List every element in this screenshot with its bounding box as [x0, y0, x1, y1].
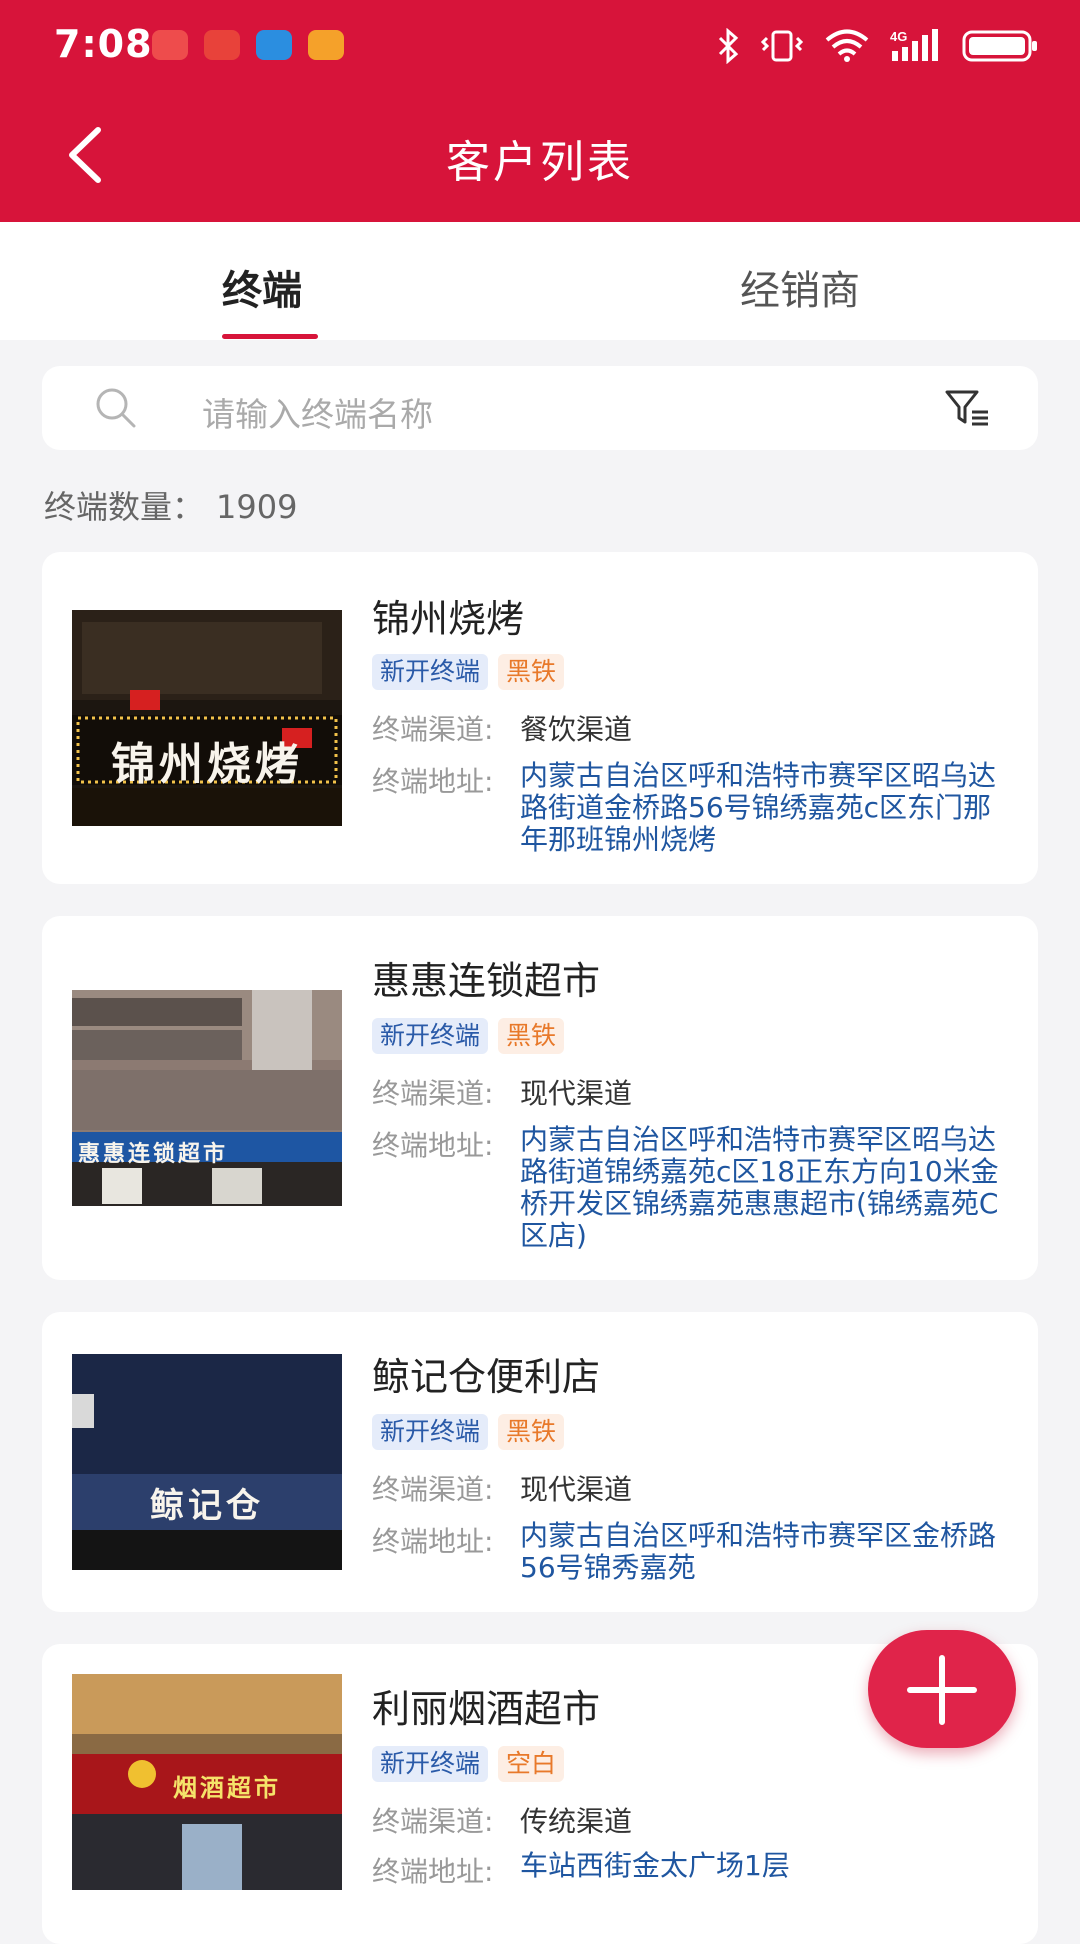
store-sign-text: 烟酒超市 — [173, 1774, 281, 1802]
search-icon — [96, 388, 136, 428]
app-header: 客户列表 — [0, 92, 1080, 222]
address-label: 终端地址: — [372, 1855, 494, 1888]
search-placeholder: 请输入终端名称 — [202, 395, 433, 434]
book-app-icon — [204, 30, 240, 60]
browser-app-icon — [256, 30, 292, 60]
customer-card[interactable]: 鲸记仓 鲸记仓便利店 新开终端 黑铁 终端渠道: 现代渠道 终端地址: 内蒙古自… — [42, 1312, 1038, 1612]
system-icons: 4G — [716, 26, 1040, 66]
channel-value: 现代渠道 — [520, 1473, 633, 1506]
customer-name: 锦州烧烤 — [372, 597, 525, 641]
tag-group: 新开终端 黑铁 — [372, 1414, 565, 1450]
bluetooth-icon — [718, 28, 739, 64]
filter-icon[interactable] — [944, 388, 992, 428]
channel-value: 传统渠道 — [520, 1805, 633, 1838]
channel-label: 终端渠道: — [372, 1805, 494, 1838]
tag-new-terminal: 新开终端 — [372, 1414, 489, 1450]
plus-icon — [907, 1655, 977, 1725]
address-value[interactable]: 内蒙古自治区呼和浩特市赛罕区金桥路56号锦秀嘉苑 — [520, 1520, 1012, 1584]
store-sign-text: 鲸记仓 — [150, 1486, 264, 1526]
channel-label: 终端渠道: — [372, 1473, 494, 1506]
search-input[interactable]: 请输入终端名称 — [42, 366, 1038, 450]
address-row: 终端地址: 内蒙古自治区呼和浩特市赛罕区昭乌达路街道金桥路56号锦绣嘉苑c区东门… — [372, 760, 1012, 856]
address-row: 终端地址: 车站西街金太广场1层 — [372, 1850, 1012, 1890]
store-sign-text: 锦州烧烤 — [111, 739, 303, 790]
store-photo-building — [72, 990, 342, 1206]
tab-active-indicator — [222, 334, 318, 339]
tab-dealer[interactable]: 经销商 — [740, 258, 860, 316]
customer-name: 惠惠连锁超市 — [372, 959, 601, 1003]
channel-row: 终端渠道: 餐饮渠道 — [372, 708, 1012, 748]
tag-group: 新开终端 黑铁 — [372, 1018, 565, 1054]
store-photo-lights — [72, 610, 342, 826]
store-photo-night — [72, 1354, 342, 1570]
tag-level: 黑铁 — [498, 1018, 565, 1054]
channel-label: 终端渠道: — [372, 1077, 494, 1110]
channel-value: 餐饮渠道 — [520, 713, 633, 746]
tab-terminal[interactable]: 终端 — [222, 258, 302, 316]
huawei-app-icon — [152, 30, 188, 60]
tag-level: 空白 — [498, 1746, 565, 1782]
status-time: 7:08 — [54, 22, 153, 66]
channel-row: 终端渠道: 传统渠道 — [372, 1800, 1012, 1840]
store-photo: 锦州烧烤 — [72, 610, 342, 826]
address-label: 终端地址: — [372, 1129, 494, 1162]
customer-card[interactable]: 惠惠连锁超市 惠惠连锁超市 新开终端 黑铁 终端渠道: 现代渠道 终端地址: 内… — [42, 916, 1038, 1280]
wifi-icon — [825, 29, 869, 62]
store-photo: 鲸记仓 — [72, 1354, 342, 1570]
terminal-count-label: 终端数量： — [44, 488, 205, 526]
status-bar: 7:08 4G — [0, 0, 1080, 92]
vibrate-icon — [760, 30, 804, 62]
svg-text:4G: 4G — [890, 29, 907, 44]
address-value[interactable]: 车站西街金太广场1层 — [520, 1850, 790, 1890]
address-label: 终端地址: — [372, 765, 494, 798]
customer-name: 利丽烟酒超市 — [372, 1687, 601, 1731]
video-app-icon — [308, 30, 344, 60]
store-photo: 烟酒超市 — [72, 1674, 342, 1890]
tag-new-terminal: 新开终端 — [372, 1746, 489, 1782]
address-row: 终端地址: 内蒙古自治区呼和浩特市赛罕区昭乌达路街道锦绣嘉苑c区18正东方向10… — [372, 1124, 1012, 1252]
channel-value: 现代渠道 — [520, 1077, 633, 1110]
tag-level: 黑铁 — [498, 1414, 565, 1450]
customer-name: 鲸记仓便利店 — [372, 1355, 601, 1399]
tag-new-terminal: 新开终端 — [372, 654, 489, 690]
tag-group: 新开终端 黑铁 — [372, 654, 565, 690]
battery-icon — [962, 30, 1037, 62]
address-value[interactable]: 内蒙古自治区呼和浩特市赛罕区昭乌达路街道金桥路56号锦绣嘉苑c区东门那年那班锦州… — [520, 760, 1012, 856]
page-title: 客户列表 — [446, 137, 634, 188]
terminal-count-value: 1909 — [216, 488, 298, 526]
add-customer-button[interactable] — [868, 1630, 1016, 1748]
channel-label: 终端渠道: — [372, 713, 494, 746]
terminal-count: 终端数量： 1909 — [44, 482, 297, 528]
store-photo: 惠惠连锁超市 — [72, 990, 342, 1206]
address-label: 终端地址: — [372, 1525, 494, 1558]
address-row: 终端地址: 内蒙古自治区呼和浩特市赛罕区金桥路56号锦秀嘉苑 — [372, 1520, 1012, 1584]
tag-group: 新开终端 空白 — [372, 1746, 565, 1782]
tab-bar: 终端 经销商 — [0, 222, 1080, 340]
4g-signal-icon: 4G — [890, 29, 938, 61]
tag-new-terminal: 新开终端 — [372, 1018, 489, 1054]
tag-level: 黑铁 — [498, 654, 565, 690]
channel-row: 终端渠道: 现代渠道 — [372, 1072, 1012, 1112]
channel-row: 终端渠道: 现代渠道 — [372, 1468, 1012, 1508]
address-value[interactable]: 内蒙古自治区呼和浩特市赛罕区昭乌达路街道锦绣嘉苑c区18正东方向10米金桥开发区… — [520, 1124, 1012, 1252]
store-sign-text: 惠惠连锁超市 — [78, 1142, 229, 1167]
customer-card[interactable]: 锦州烧烤 锦州烧烤 新开终端 黑铁 终端渠道: 餐饮渠道 终端地址: 内蒙古自治… — [42, 552, 1038, 884]
